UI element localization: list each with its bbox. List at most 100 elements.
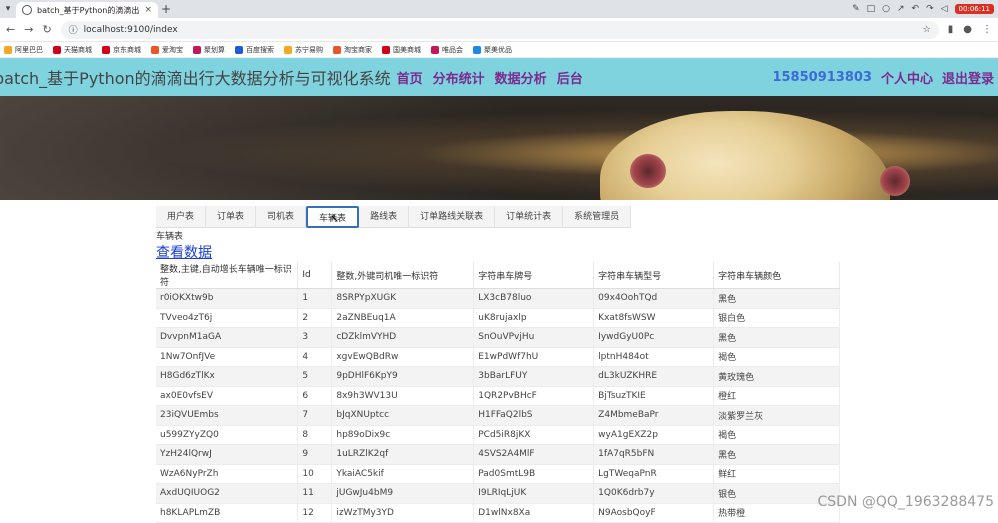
arrow-icon[interactable]: ↗ (897, 4, 905, 14)
table-cell: Z4MbmeBaPr (594, 406, 714, 426)
table-row[interactable]: H8Gd6zTlKx59pDHlF6KpY93bBarLFUYdL3kUZKHR… (156, 367, 840, 387)
table-cell: 褐色 (714, 425, 840, 445)
new-tab-icon[interactable]: + (158, 2, 174, 16)
nav-data-analysis[interactable]: 数据分析 (495, 68, 547, 87)
tab-close-icon[interactable]: × (144, 5, 152, 15)
reload-icon[interactable]: ↻ (42, 23, 51, 36)
bookmark-item[interactable]: 苏宁易购 (284, 45, 323, 55)
table-row[interactable]: ax0E0vfsEV68x9h3WV13U1QR2PvBHcFBjTsuzTKI… (156, 386, 840, 406)
bookmark-label: 淘宝商家 (344, 45, 372, 55)
nav-home[interactable]: 首页 (397, 68, 423, 87)
bookmark-item[interactable]: 阿里巴巴 (4, 45, 43, 55)
table-cell: 5 (298, 367, 332, 387)
bookmark-label: 百度搜索 (246, 45, 274, 55)
column-header[interactable]: 字符串车牌号 (474, 262, 594, 289)
column-header[interactable]: 整数,外键司机唯一标识符 (332, 262, 474, 289)
bookmark-icon (235, 46, 243, 54)
info-icon[interactable]: ⓘ (69, 23, 78, 36)
menu-icon[interactable]: ⋮ (982, 24, 992, 35)
column-header[interactable]: Id (298, 262, 332, 289)
table-cell: SnOuVPvjHu (474, 328, 594, 348)
table-cell: 3bBarLFUY (474, 367, 594, 387)
table-cell: 黑色 (714, 328, 840, 348)
back-icon[interactable]: ← (6, 23, 15, 36)
bookmark-item[interactable]: 京东商城 (102, 45, 141, 55)
column-header[interactable]: 字符串车辆颜色 (714, 262, 840, 289)
circle-icon[interactable]: ○ (882, 4, 890, 14)
tab-7[interactable]: 系统管理员 (563, 206, 631, 228)
pen-icon[interactable]: ✎ (852, 4, 860, 14)
table-cell: YkaiAC5kif (332, 464, 474, 484)
table-row[interactable]: YzH24lQrwJ91uLRZlK2qf4SVS2A4MlF1fA7qR5bF… (156, 445, 840, 465)
bookmark-item[interactable]: 聚划算 (193, 45, 225, 55)
table-cell: 8x9h3WV13U (332, 386, 474, 406)
table-cell: AxdUQIUOG2 (156, 484, 298, 504)
tab-1[interactable]: 订单表 (206, 206, 256, 228)
nav-distribution-stats[interactable]: 分布统计 (433, 68, 485, 87)
table-row[interactable]: DvvpnM1aGA3cDZklmVYHDSnOuVPvjHuIywdGyU0P… (156, 328, 840, 348)
banner-image (0, 96, 998, 200)
tab-list-icon[interactable]: ▾ (0, 4, 16, 14)
bookmark-icon (473, 46, 481, 54)
table-cell: ax0E0vfsEV (156, 386, 298, 406)
bookmark-item[interactable]: 国美商城 (382, 45, 421, 55)
table-cell: Kxat8fsWSW (594, 308, 714, 328)
column-header[interactable]: 整数,主键,自动增长车辆唯一标识符 (156, 262, 298, 289)
bookmark-label: 天猫商城 (64, 45, 92, 55)
table-cell: Pad0SmtL9B (474, 464, 594, 484)
bookmark-item[interactable]: 爱淘宝 (151, 45, 183, 55)
url-text[interactable]: localhost:9100/index (84, 25, 917, 35)
url-box[interactable]: ⓘ localhost:9100/index ☆ (61, 21, 939, 39)
bookmark-icon (53, 46, 61, 54)
bookmark-item[interactable]: 聚美优品 (473, 45, 512, 55)
bookmark-label: 爱淘宝 (162, 45, 183, 55)
bookmark-item[interactable]: 天猫商城 (53, 45, 92, 55)
sidebar-icon[interactable]: ▮ (948, 24, 954, 35)
view-data-link[interactable]: 查看数据 (156, 242, 212, 262)
table-row[interactable]: WzA6NyPrZh10YkaiAC5kifPad0SmtL9BLgTWeqaP… (156, 464, 840, 484)
table-cell: I9LRIqLjUK (474, 484, 594, 504)
recording-timer: 00:06:11 (955, 4, 994, 14)
bookmark-item[interactable]: 唯品会 (431, 45, 463, 55)
bookmark-label: 阿里巴巴 (15, 45, 43, 55)
tab-5[interactable]: 订单路线关联表 (409, 206, 495, 228)
tab-0[interactable]: 用户表 (156, 206, 206, 228)
undo-icon[interactable]: ↶ (912, 4, 920, 14)
table-row[interactable]: r0iOKXtw9b18SRPYpXUGKLX3cB78luo09x4OohTQ… (156, 289, 840, 309)
speaker-icon[interactable]: ◁ (941, 4, 948, 14)
forward-icon[interactable]: → (24, 23, 33, 36)
tab-2[interactable]: 司机表 (256, 206, 306, 228)
table-cell: E1wPdWf7hU (474, 347, 594, 367)
column-header[interactable]: 字符串车辆型号 (594, 262, 714, 289)
star-icon[interactable]: ☆ (923, 25, 931, 35)
table-row[interactable]: 1Nw7OnfJVe4xgvEwQBdRwE1wPdWf7hUlptnH484o… (156, 347, 840, 367)
table-cell: 9pDHlF6KpY9 (332, 367, 474, 387)
tab-4[interactable]: 路线表 (359, 206, 409, 228)
table-row[interactable]: AxdUQIUOG211jUGwJu4bM9I9LRIqLjUK1Q0K6drb… (156, 484, 840, 504)
table-cell: dL3kUZKHRE (594, 367, 714, 387)
square-icon[interactable]: □ (867, 4, 876, 14)
table-cell: PCd5iR8jKX (474, 425, 594, 445)
table-body: r0iOKXtw9b18SRPYpXUGKLX3cB78luo09x4OohTQ… (156, 289, 840, 523)
table-cell: 1Nw7OnfJVe (156, 347, 298, 367)
logout-link[interactable]: 退出登录 (942, 68, 994, 87)
redo-icon[interactable]: ↷ (926, 4, 934, 14)
table-cell: wyA1gEXZ2p (594, 425, 714, 445)
table-cell: 淡紫罗兰灰 (714, 406, 840, 426)
site-header: batch_基于Python的滴滴出行大数据分析与可视化系统 首页 分布统计 数… (0, 58, 998, 96)
table-row[interactable]: h8KLAPLmZB12izWzTMy3YDD1wlNx8XaN9AosbQoy… (156, 503, 840, 523)
table-cell: jUGwJu4bM9 (332, 484, 474, 504)
bookmark-label: 京东商城 (113, 45, 141, 55)
table-cell: 7 (298, 406, 332, 426)
tab-6[interactable]: 订单统计表 (495, 206, 563, 228)
table-row[interactable]: TVveo4zT6j22aZNBEuq1AuK8rujaxlpKxat8fsWS… (156, 308, 840, 328)
table-row[interactable]: 23iQVUEmbs7bJqXNUptccH1FFaQ2lbSZ4MbmeBaP… (156, 406, 840, 426)
nav-admin[interactable]: 后台 (557, 68, 583, 87)
table-cell: 8SRPYpXUGK (332, 289, 474, 309)
browser-tab[interactable]: batch_基于Python的滴滴出行 × (16, 2, 158, 18)
bookmark-item[interactable]: 百度搜索 (235, 45, 274, 55)
table-row[interactable]: u599ZYyZQ08hp89oDix9cPCd5iR8jKXwyA1gEXZ2… (156, 425, 840, 445)
profile-link[interactable]: 个人中心 (881, 68, 933, 87)
profile-icon[interactable]: ● (963, 24, 972, 35)
bookmark-item[interactable]: 淘宝商家 (333, 45, 372, 55)
